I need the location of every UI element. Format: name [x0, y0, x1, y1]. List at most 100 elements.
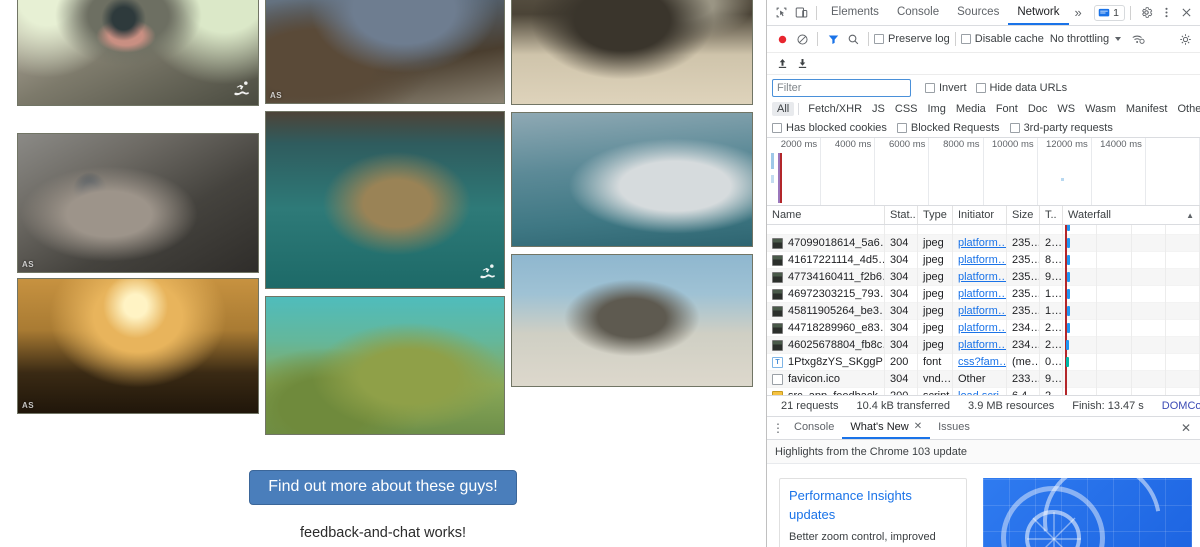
search-icon[interactable]	[843, 29, 863, 49]
tab-sources[interactable]: Sources	[948, 0, 1008, 25]
more-tabs-icon[interactable]: »	[1069, 5, 1088, 20]
photo-weedy-seadragon[interactable]	[265, 296, 505, 435]
device-toolbar-icon[interactable]	[791, 3, 811, 23]
request-time: 1…	[1040, 303, 1063, 320]
close-devtools-icon[interactable]	[1176, 3, 1196, 23]
import-har-icon[interactable]	[772, 54, 792, 74]
request-initiator[interactable]: platform…	[953, 337, 1007, 354]
column-header-name[interactable]: Name	[767, 206, 885, 224]
request-status: 304	[885, 252, 918, 269]
request-initiator[interactable]: platform…	[953, 235, 1007, 252]
table-row[interactable]: 41617221114_4d5… 304 jpeg platform… 235……	[767, 252, 1200, 269]
network-overview-timeline[interactable]: 2000 ms 4000 ms 6000 ms 8000 ms 10000 ms…	[767, 138, 1200, 206]
blocked-requests-checkbox[interactable]: Blocked Requests	[897, 122, 1000, 134]
invert-filter-checkbox[interactable]: Invert	[925, 82, 967, 94]
type-filter-css[interactable]: CSS	[890, 102, 923, 116]
request-status: 200	[885, 354, 918, 371]
photo-red-footed-booby[interactable]: AS	[17, 133, 259, 273]
hide-data-urls-checkbox[interactable]: Hide data URLs	[976, 82, 1068, 94]
find-out-more-button[interactable]: Find out more about these guys!	[249, 470, 516, 505]
column-header-time[interactable]: T..	[1040, 206, 1063, 224]
has-blocked-cookies-label: Has blocked cookies	[786, 122, 887, 134]
disable-cache-checkbox[interactable]: Disable cache	[961, 33, 1044, 45]
photo-watermark: AS	[270, 91, 282, 100]
photo-galapagos-tortoise[interactable]: AS	[265, 0, 505, 104]
table-row[interactable]: T 1Ptxg8zYS_SKggP… 200 font css?fam… (me…	[767, 354, 1200, 371]
request-initiator[interactable]: platform…	[953, 252, 1007, 269]
has-blocked-cookies-checkbox[interactable]: Has blocked cookies	[772, 122, 887, 134]
type-filter-img[interactable]: Img	[923, 102, 951, 116]
table-row[interactable]: 46025678804_fb8c… 304 jpeg platform… 234…	[767, 337, 1200, 354]
column-header-initiator[interactable]: Initiator	[953, 206, 1007, 224]
table-row[interactable]: 44718289960_e83… 304 jpeg platform… 234……	[767, 320, 1200, 337]
table-row[interactable]: 47734160411_f2b6… 304 jpeg platform… 235…	[767, 269, 1200, 286]
request-initiator[interactable]: platform…	[953, 269, 1007, 286]
photo-marine-iguana[interactable]	[511, 0, 753, 105]
table-row[interactable]: 46972303215_793… 304 jpeg platform… 235……	[767, 286, 1200, 303]
type-filter-ws[interactable]: WS	[1052, 102, 1080, 116]
type-filter-js[interactable]: JS	[867, 102, 890, 116]
card-title[interactable]: Performance Insights updates	[789, 487, 957, 525]
table-row[interactable]: 45811905264_be3… 304 jpeg platform… 235……	[767, 303, 1200, 320]
record-button-icon[interactable]	[772, 29, 792, 49]
photo-koala[interactable]	[17, 0, 259, 106]
clear-network-log-icon[interactable]	[792, 29, 812, 49]
photo-manta-ray[interactable]	[511, 112, 753, 247]
photo-whale-shark[interactable]	[265, 111, 505, 289]
request-time: 2…	[1040, 337, 1063, 354]
type-filter-media[interactable]: Media	[951, 102, 991, 116]
request-initiator[interactable]: css?fam…	[953, 354, 1007, 371]
photo-sea-lions-sunset[interactable]: AS	[17, 278, 259, 414]
more-options-icon[interactable]	[1156, 3, 1176, 23]
summary-resources: 3.9 MB resources	[959, 400, 1063, 412]
type-filter-wasm[interactable]: Wasm	[1080, 102, 1121, 116]
type-filter-font[interactable]: Font	[991, 102, 1023, 116]
preserve-log-checkbox[interactable]: Preserve log	[874, 33, 950, 45]
request-initiator[interactable]: platform…	[953, 286, 1007, 303]
drawer-tab-console[interactable]: Console	[786, 417, 842, 439]
type-filter-doc[interactable]: Doc	[1023, 102, 1053, 116]
whats-new-card[interactable]: Performance Insights updates Better zoom…	[779, 478, 967, 547]
export-har-icon[interactable]	[792, 54, 812, 74]
column-header-size[interactable]: Size	[1007, 206, 1040, 224]
table-row[interactable]: 47099018614_5a6… 304 jpeg platform… 235……	[767, 235, 1200, 252]
request-initiator[interactable]: platform…	[953, 320, 1007, 337]
message-count-badge[interactable]: 1	[1094, 5, 1125, 21]
close-drawer-icon[interactable]: ✕	[1181, 421, 1197, 435]
filter-funnel-icon[interactable]	[823, 29, 843, 49]
close-icon[interactable]: ✕	[914, 417, 922, 438]
type-filter-manifest[interactable]: Manifest	[1121, 102, 1173, 116]
settings-gear-icon[interactable]	[1136, 3, 1156, 23]
drawer-tab-issues[interactable]: Issues	[930, 417, 978, 439]
resource-type-filters: All Fetch/XHR JS CSS Img Media Font Doc …	[767, 99, 1200, 118]
network-settings-gear-icon[interactable]	[1175, 29, 1195, 49]
request-status: 304	[885, 235, 918, 252]
inspect-element-icon[interactable]	[771, 3, 791, 23]
type-filter-other[interactable]: Other	[1172, 102, 1200, 116]
type-filter-fetch-xhr[interactable]: Fetch/XHR	[803, 102, 867, 116]
whats-new-content[interactable]: Performance Insights updates Better zoom…	[767, 464, 1200, 547]
drawer-more-options-icon[interactable]: ⋮	[770, 421, 786, 435]
photo-zebra-shark[interactable]	[511, 254, 753, 387]
tab-console[interactable]: Console	[888, 0, 948, 25]
third-party-requests-checkbox[interactable]: 3rd-party requests	[1010, 122, 1113, 134]
table-row[interactable]: favicon.ico 304 vnd.… Other 233… 9…	[767, 371, 1200, 388]
drawer-tab-whats-new[interactable]: What's New ✕	[842, 417, 930, 439]
type-filter-all[interactable]: All	[772, 102, 794, 116]
request-initiator[interactable]: load scri…	[953, 388, 1007, 396]
table-row[interactable]: src_app_feedback-… 200 script load scri……	[767, 388, 1200, 395]
request-size: (me…	[1007, 354, 1040, 371]
column-header-type[interactable]: Type	[918, 206, 953, 224]
filter-input[interactable]	[772, 79, 911, 97]
column-header-waterfall[interactable]: Waterfall ▲	[1063, 206, 1200, 224]
column-header-status[interactable]: Stat..	[885, 206, 918, 224]
request-initiator[interactable]: platform…	[953, 303, 1007, 320]
network-conditions-icon[interactable]	[1128, 29, 1148, 49]
overview-tick-cell: 14000 ms	[1092, 138, 1146, 205]
drawer-tab-issues-label: Issues	[938, 417, 970, 438]
throttling-select[interactable]: No throttling	[1050, 33, 1121, 45]
tab-network[interactable]: Network	[1008, 0, 1068, 25]
whats-new-video-thumbnail[interactable]: new	[983, 478, 1192, 547]
table-body[interactable]: 47099018614_5a6… 304 jpeg platform… 235……	[767, 225, 1200, 395]
tab-elements[interactable]: Elements	[822, 0, 888, 25]
